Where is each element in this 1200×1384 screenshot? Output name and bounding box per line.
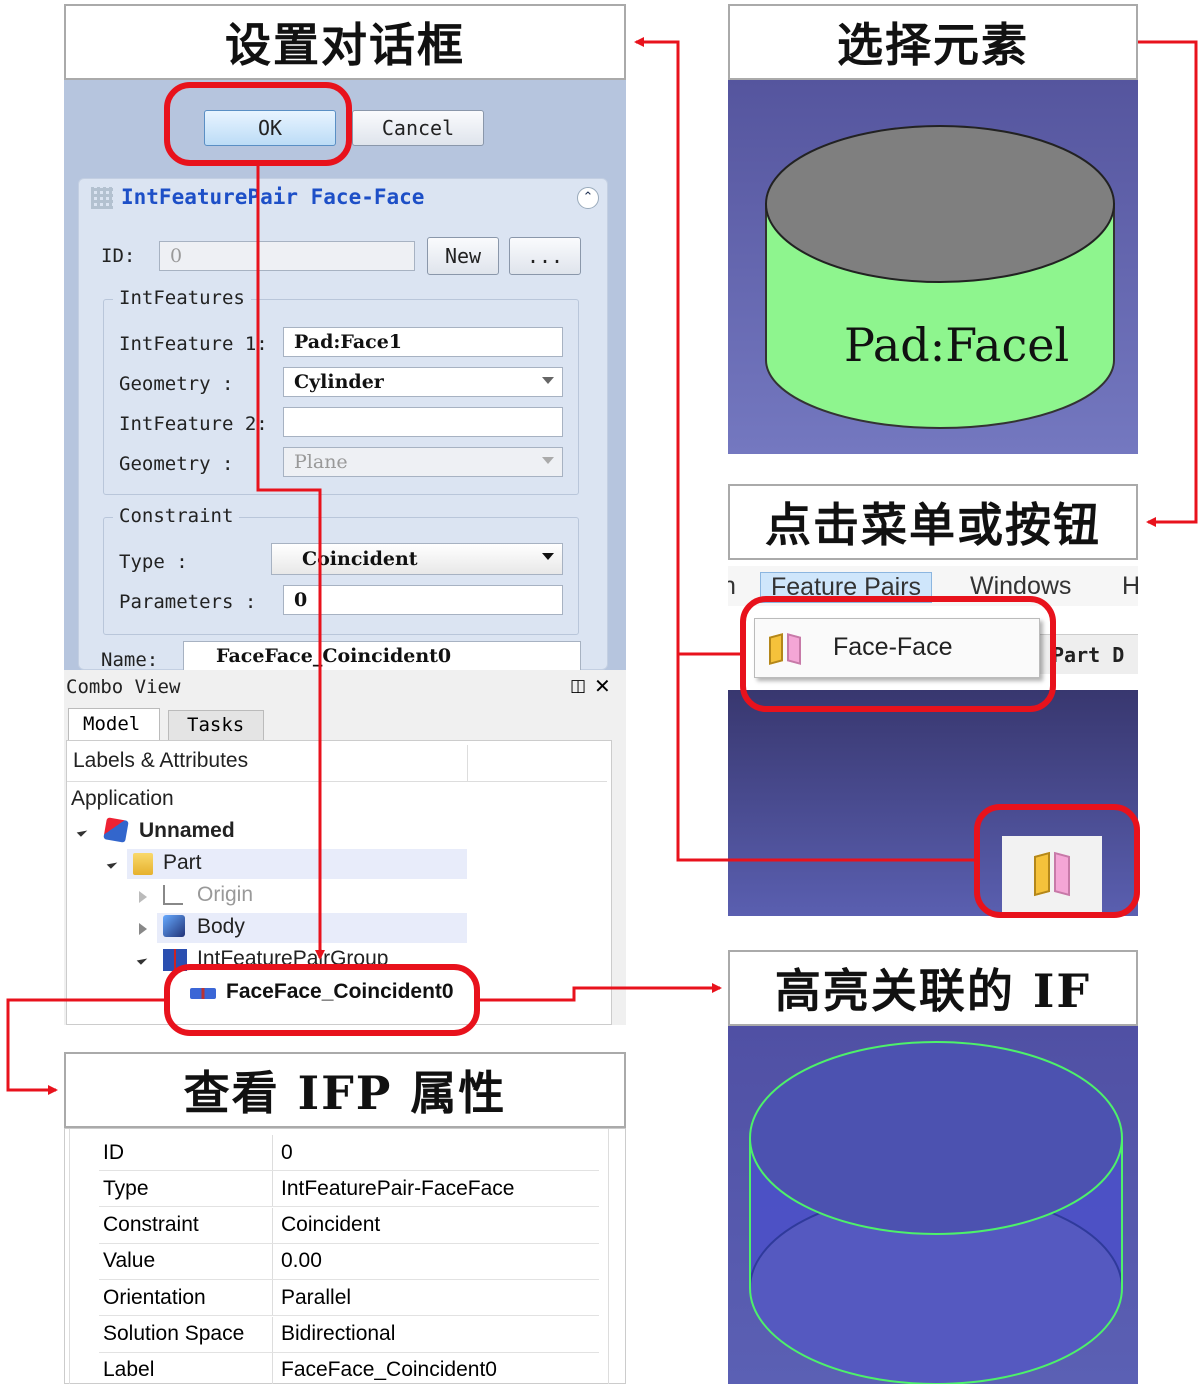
new-button[interactable]: New — [427, 237, 499, 275]
cancel-button[interactable]: Cancel — [352, 110, 484, 146]
property-key: ID — [99, 1135, 273, 1170]
float-icon[interactable]: ◫ — [570, 676, 586, 696]
collapsed-arrow-icon[interactable] — [139, 923, 147, 935]
expand-arrow-icon[interactable] — [136, 954, 148, 965]
document-icon — [103, 817, 129, 843]
toolbar-highlight-box — [974, 804, 1140, 918]
geometry2-select[interactable]: Plane — [283, 447, 563, 477]
intfeature1-field[interactable]: Pad:Face1 — [283, 327, 563, 357]
constraint-group — [103, 517, 579, 635]
geometry1-select[interactable]: Cylinder — [283, 367, 563, 397]
task-dialog: OK Cancel IntFeaturePair Face-Face ⌃ ID:… — [64, 80, 626, 671]
cylinder-highlighted — [749, 1041, 1123, 1384]
combo-view-title: Combo View — [66, 676, 181, 698]
dialog-section-title: 设置对话框 — [64, 4, 626, 80]
name-field[interactable]: FaceFace_Coincident0 — [183, 641, 581, 671]
property-row[interactable]: Constraint Coincident — [99, 1207, 599, 1244]
property-row[interactable]: Solution Space Bidirectional — [99, 1316, 599, 1353]
property-row[interactable]: Type IntFeaturePair-FaceFace — [99, 1171, 599, 1208]
select-section-title: 选择元素 — [728, 4, 1138, 80]
close-icon[interactable]: ✕ — [594, 674, 611, 698]
face-label: Pad:Facel — [844, 318, 1070, 372]
property-row[interactable]: ID 0 — [99, 1135, 599, 1171]
property-key: Type — [99, 1171, 273, 1207]
collapse-icon[interactable]: ⌃ — [577, 187, 599, 209]
intfeaturepair-panel: IntFeaturePair Face-Face ⌃ ID: 0 New ...… — [78, 178, 608, 671]
highlight-3d-view — [728, 1026, 1138, 1384]
more-button[interactable]: ... — [509, 237, 581, 275]
intfeature2-field[interactable] — [283, 407, 563, 437]
tree-column-header: Labels & Attributes — [73, 749, 249, 772]
type-value: Coincident — [302, 548, 418, 570]
select-3d-view: Pad:Facel — [728, 80, 1138, 454]
intfeature2-label: IntFeature 2: — [119, 413, 268, 435]
panel-grid-icon — [91, 187, 113, 209]
tree-body[interactable]: Body — [197, 915, 245, 939]
property-key: Orientation — [99, 1280, 273, 1316]
folder-icon — [133, 853, 153, 875]
chevron-down-icon — [542, 377, 554, 384]
chevron-down-icon — [542, 457, 554, 464]
geometry2-value: Plane — [294, 451, 348, 473]
body-icon — [163, 915, 185, 937]
property-key: Value — [99, 1243, 273, 1279]
intfeature1-label: IntFeature 1: — [119, 333, 268, 355]
intfeatures-group-title: IntFeatures — [113, 287, 251, 309]
props-section-title: 查看 IFP 属性 — [64, 1052, 626, 1128]
chevron-down-icon — [542, 553, 554, 560]
property-value: 0.00 — [281, 1249, 322, 1273]
type-label: Type : — [119, 551, 188, 573]
geometry2-label: Geometry : — [119, 453, 234, 475]
tree-application: Application — [71, 787, 174, 810]
arrow-select-to-menu — [1138, 40, 1198, 527]
header-divider — [467, 745, 468, 781]
tree-item-highlight-box — [164, 964, 480, 1036]
expand-arrow-icon[interactable] — [76, 826, 88, 837]
property-row[interactable]: Label FaceFace_Coincident0 — [99, 1352, 599, 1384]
property-value: 0 — [281, 1140, 293, 1164]
property-value: Parallel — [281, 1285, 352, 1309]
constraint-group-title: Constraint — [113, 505, 240, 527]
property-value: Coincident — [281, 1213, 381, 1237]
property-row[interactable]: Orientation Parallel — [99, 1280, 599, 1317]
property-value: FaceFace_Coincident0 — [281, 1358, 497, 1382]
collapsed-arrow-icon[interactable] — [139, 891, 147, 903]
property-value: Bidirectional — [281, 1322, 396, 1345]
type-select[interactable]: Coincident — [271, 543, 563, 575]
name-label: Name: — [101, 649, 159, 671]
property-key: Constraint — [99, 1207, 273, 1243]
parameters-label: Parameters : — [119, 591, 257, 613]
toolbar-text: Part D — [1052, 643, 1125, 667]
tree-part[interactable]: Part — [163, 851, 202, 875]
tab-tasks[interactable]: Tasks — [168, 710, 264, 740]
panel-title: IntFeaturePair Face-Face — [121, 185, 425, 209]
property-row[interactable]: Value 0.00 — [99, 1243, 599, 1280]
menu-item-cut[interactable]: n — [728, 572, 736, 601]
id-field[interactable]: 0 — [159, 241, 415, 271]
menu-help[interactable]: H — [1122, 572, 1138, 601]
ok-highlight-box — [164, 82, 352, 166]
tree-origin[interactable]: Origin — [197, 883, 253, 907]
id-label: ID: — [101, 245, 136, 267]
property-table: ID 0 Type IntFeaturePair-FaceFace Constraint… — [64, 1128, 626, 1384]
parameters-field[interactable]: 0 — [283, 585, 563, 615]
geometry1-label: Geometry : — [119, 373, 234, 395]
geometry1-value: Cylinder — [294, 371, 384, 393]
origin-axes-icon — [163, 885, 183, 905]
cylinder-selected[interactable] — [728, 80, 1138, 454]
expand-arrow-icon[interactable] — [106, 858, 118, 869]
menu-section-title: 点击菜单或按钮 — [728, 484, 1138, 560]
property-key: Solution Space — [99, 1316, 273, 1352]
submenu-highlight-box — [740, 596, 1056, 712]
tab-model[interactable]: Model — [68, 708, 160, 740]
tree-unnamed[interactable]: Unnamed — [139, 819, 235, 843]
highlight-section-title: 高亮关联的 IF — [728, 950, 1138, 1026]
header-bottom-line — [67, 781, 607, 782]
property-value: IntFeaturePair-FaceFace — [281, 1176, 515, 1200]
property-key: Label — [99, 1352, 273, 1384]
